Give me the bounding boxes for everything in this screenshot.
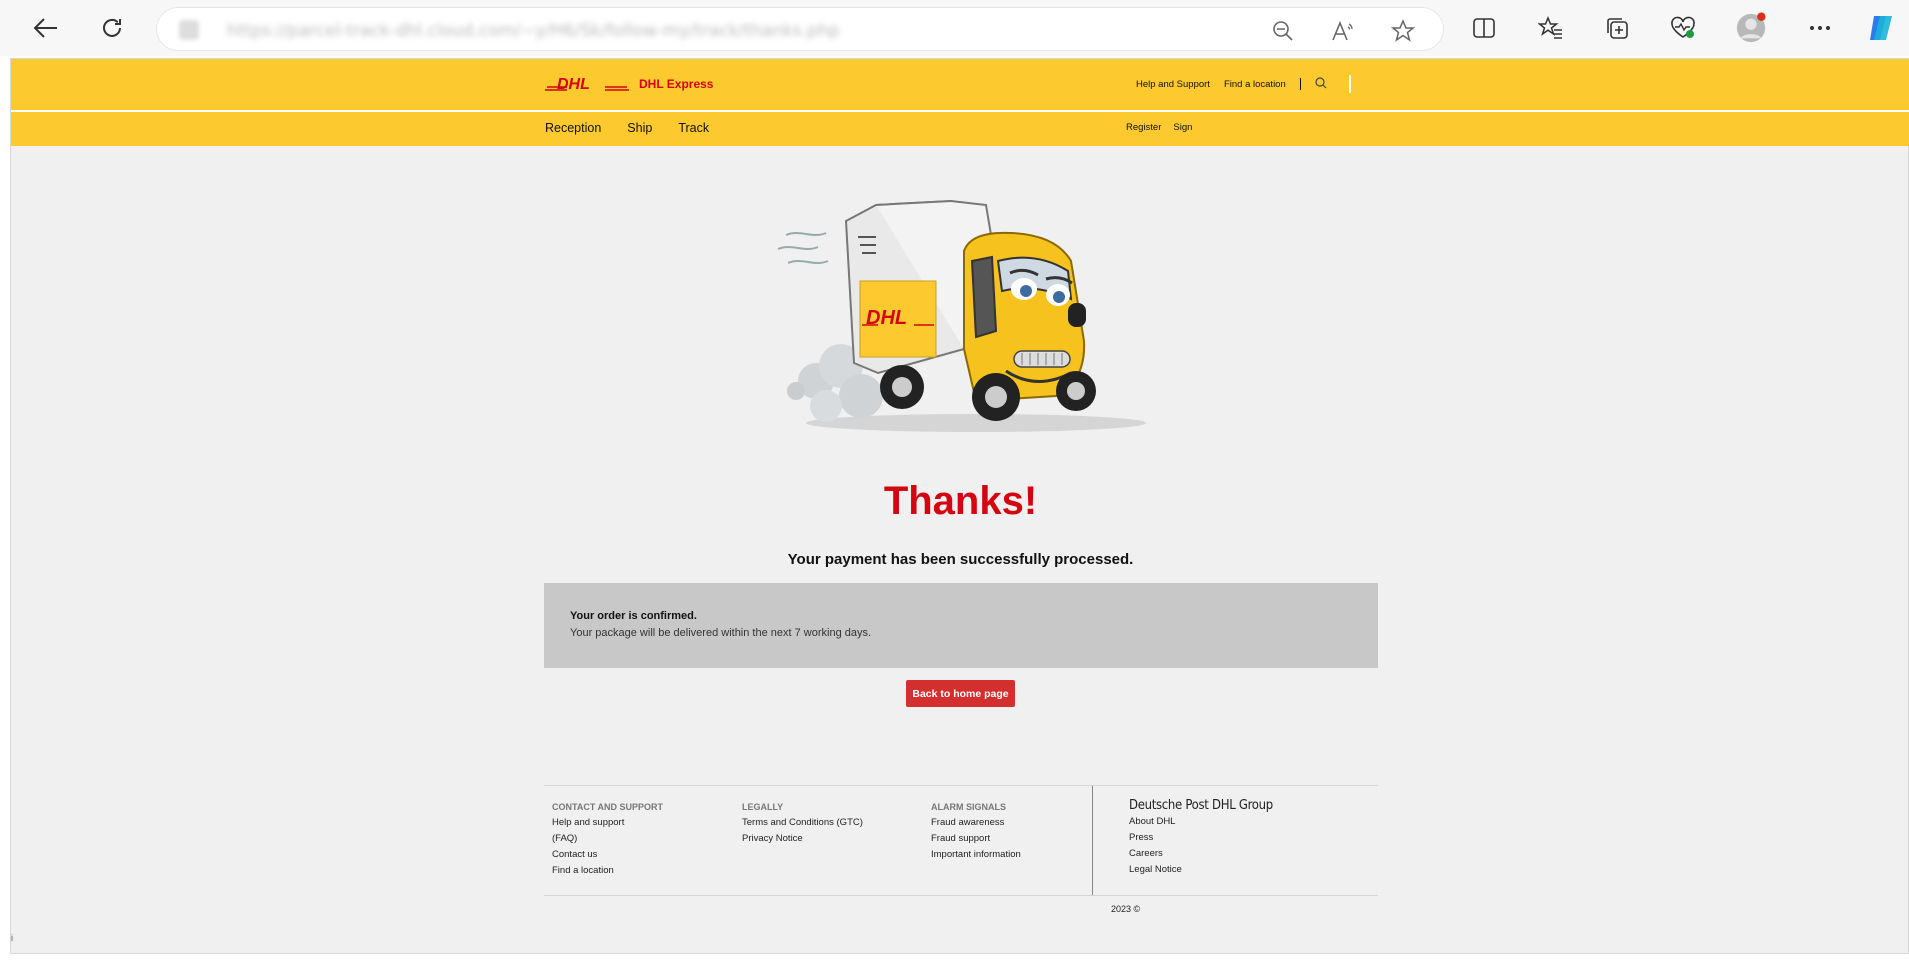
dhl-wordmark-icon: DHL — [545, 76, 629, 92]
help-and-support-link[interactable]: Help and Support — [1136, 79, 1210, 90]
auth-links: Register Sign — [1126, 122, 1204, 133]
main-nav: Reception Ship Track — [545, 121, 735, 135]
address-bar[interactable]: https://parcel-track-dhl.cloud.com/~y/H6… — [156, 7, 1444, 51]
footer-important-info-link[interactable]: Important information — [931, 850, 1021, 860]
footer-terms-link[interactable]: Terms and Conditions (GTC) — [742, 818, 863, 828]
footer-group-column: About DHL Press Careers Legal Notice — [1129, 817, 1182, 881]
footer-divider-bottom — [544, 895, 1378, 896]
favorite-star-icon[interactable] — [1389, 17, 1417, 45]
footer-faq-link[interactable]: (FAQ) — [552, 834, 663, 844]
more-icon[interactable] — [1804, 12, 1836, 44]
collections-icon[interactable] — [1601, 12, 1633, 44]
nav-ship[interactable]: Ship — [627, 121, 652, 135]
address-url: https://parcel-track-dhl.cloud.com/~y/H6… — [227, 21, 840, 41]
top-links: Help and Support Find a location — [1136, 75, 1351, 93]
payment-message: Your payment has been successfully proce… — [787, 551, 1134, 568]
search-field-cursor[interactable] — [1348, 75, 1351, 93]
footer-divider-vertical — [1092, 786, 1093, 895]
logo-text: DHL Express — [639, 77, 714, 91]
zoom-out-icon[interactable] — [1269, 17, 1297, 45]
header-nav-bar — [11, 112, 1909, 146]
nav-track[interactable]: Track — [678, 121, 709, 135]
confirm-text: Your package will be delivered within th… — [570, 627, 872, 639]
favorites-list-icon[interactable] — [1535, 12, 1567, 44]
read-aloud-icon[interactable] — [1329, 17, 1357, 45]
footer-fraud-awareness-link[interactable]: Fraud awareness — [931, 818, 1021, 828]
profile-avatar-icon[interactable] — [1735, 12, 1767, 44]
copilot-icon[interactable] — [1866, 12, 1898, 44]
delivery-truck-illustration: DHL — [777, 199, 1146, 432]
refresh-icon[interactable] — [94, 10, 130, 46]
site-info-icon[interactable] — [179, 20, 199, 40]
health-icon[interactable] — [1667, 12, 1699, 44]
thanks-heading: Thanks! — [883, 479, 1038, 523]
footer-legal-notice-link[interactable]: Legal Notice — [1129, 865, 1182, 875]
footer-legal-column: LEGALLY Terms and Conditions (GTC) Priva… — [742, 802, 863, 850]
split-screen-icon[interactable] — [1468, 12, 1500, 44]
order-confirmation-box: Your order is confirmed. Your package wi… — [544, 583, 1378, 668]
footer-alarm-column: ALARM SIGNALS Fraud awareness Fraud supp… — [931, 802, 1021, 866]
confirm-title: Your order is confirmed. — [570, 610, 697, 622]
dhl-logo[interactable]: DHL DHL Express — [543, 73, 713, 95]
footer-legal-heading: LEGALLY — [742, 802, 784, 812]
search-icon[interactable] — [1315, 76, 1327, 92]
page-viewport: DHL DHL Express Help and Support Find a … — [10, 58, 1909, 954]
divider — [1299, 78, 1301, 90]
svg-text:DHL: DHL — [557, 76, 590, 92]
back-to-home-button[interactable]: Back to home page — [906, 680, 1015, 707]
find-location-link[interactable]: Find a location — [1224, 79, 1286, 90]
footer-divider-top — [544, 785, 1378, 786]
footer-fraud-support-link[interactable]: Fraud support — [931, 834, 1021, 844]
back-arrow-icon[interactable] — [28, 10, 64, 46]
corner-mark: i — [11, 933, 13, 943]
footer-contact-heading: CONTACT AND SUPPORT — [552, 802, 663, 812]
header-top-bar: DHL DHL Express Help and Support Find a … — [11, 59, 1909, 110]
footer-contact-link[interactable]: Contact us — [552, 850, 663, 860]
register-link[interactable]: Register — [1126, 122, 1161, 133]
browser-toolbar: https://parcel-track-dhl.cloud.com/~y/H6… — [0, 0, 1909, 56]
footer-privacy-link[interactable]: Privacy Notice — [742, 834, 863, 844]
footer-help-link[interactable]: Help and support — [552, 818, 663, 828]
nav-reception[interactable]: Reception — [545, 121, 601, 135]
sign-link[interactable]: Sign — [1173, 122, 1192, 133]
footer-location-link[interactable]: Find a location — [552, 866, 663, 876]
footer-press-link[interactable]: Press — [1129, 833, 1182, 843]
footer-alarm-heading: ALARM SIGNALS — [931, 802, 1006, 812]
footer-about-link[interactable]: About DHL — [1129, 817, 1182, 827]
footer-careers-link[interactable]: Careers — [1129, 849, 1182, 859]
copyright: 2023 © — [1111, 904, 1141, 914]
group-name: Deutsche Post DHL Group — [1129, 798, 1273, 813]
footer-contact-column: CONTACT AND SUPPORT Help and support (FA… — [552, 802, 663, 882]
